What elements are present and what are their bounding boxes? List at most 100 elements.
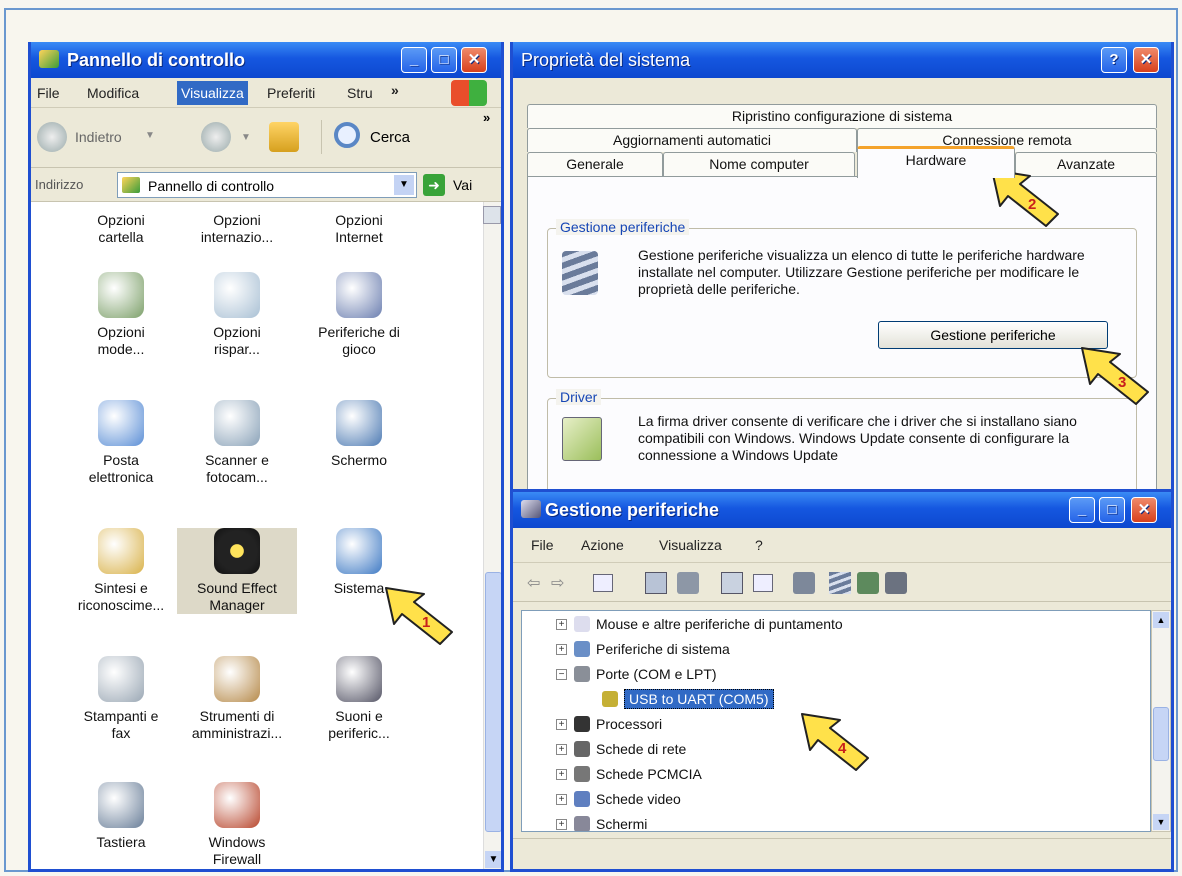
menu-file[interactable]: File <box>37 85 60 101</box>
cp-view-icon[interactable] <box>483 206 501 224</box>
dm-scrollbar[interactable]: ▲ ▼ <box>1151 610 1171 832</box>
minimize-button[interactable]: _ <box>401 47 427 73</box>
address-folder-icon <box>122 177 140 193</box>
tab-aggiornamenti[interactable]: Aggiornamenti automatici <box>527 128 857 152</box>
cp-scrollbar[interactable]: ▼ <box>483 202 501 869</box>
mail-icon <box>98 400 144 446</box>
cp-item-label: Suoni e <box>335 708 383 724</box>
back-arrow-icon[interactable]: ⇦ <box>527 573 540 593</box>
cp-item-modem[interactable]: Opzioni mode... <box>61 272 181 358</box>
menu-visualizza[interactable]: Visualizza <box>177 81 248 105</box>
cp-item-firewall[interactable]: Windows Firewall <box>177 782 297 868</box>
back-arrow-icon <box>37 122 67 152</box>
menu-more-chevron[interactable]: » <box>391 82 399 98</box>
tree-item-label: Schede video <box>596 791 681 807</box>
system-icon <box>336 528 382 574</box>
scrollbar-thumb[interactable] <box>485 572 501 832</box>
control-panel-titlebar[interactable]: Pannello di controllo _ □ ✕ <box>31 42 501 78</box>
expand-icon[interactable]: + <box>556 794 567 805</box>
scan-hardware-icon[interactable] <box>793 572 815 594</box>
help-button[interactable]: ? <box>1101 47 1127 73</box>
menu-modifica[interactable]: Modifica <box>87 85 139 101</box>
callout-arrow-3: 3 <box>1080 346 1152 408</box>
expand-icon[interactable]: + <box>556 644 567 655</box>
back-dropdown-icon[interactable]: ▼ <box>145 130 155 141</box>
go-button[interactable]: ➜ Vai <box>423 172 493 198</box>
scroll-up-icon[interactable]: ▲ <box>1153 612 1169 628</box>
cp-item-internet-options[interactable]: Opzioni Internet <box>299 212 419 246</box>
show-hide-tree-icon[interactable] <box>593 574 613 592</box>
cp-item-display[interactable]: Schermo <box>299 400 419 469</box>
menu-azione[interactable]: Azione <box>581 537 624 553</box>
cp-item-sound-effect[interactable]: Sound Effect Manager <box>177 528 297 614</box>
expand-icon[interactable]: + <box>556 619 567 630</box>
menu-strumenti[interactable]: Stru <box>347 85 373 101</box>
maximize-button[interactable]: □ <box>431 47 457 73</box>
cp-item-admin-tools[interactable]: Strumenti di amministrazi... <box>177 656 297 742</box>
cp-item-power-options[interactable]: Opzioni rispar... <box>177 272 297 358</box>
back-button[interactable]: Indietro ▼ <box>37 120 167 154</box>
expand-icon[interactable]: + <box>556 769 567 780</box>
disable-device-icon[interactable] <box>857 572 879 594</box>
cp-item-label: cartella <box>98 229 144 245</box>
expand-icon[interactable]: + <box>556 744 567 755</box>
tab-hardware[interactable]: Hardware <box>857 146 1015 178</box>
driver-description: La firma driver consente di verificare c… <box>638 413 1077 463</box>
cp-item-regional-options[interactable]: Opzioni internazio... <box>177 212 297 246</box>
forward-button[interactable] <box>201 122 231 152</box>
cp-item-label: Sound Effect <box>197 580 277 596</box>
menu-visualizza[interactable]: Visualizza <box>659 537 722 553</box>
cp-item-label: elettronica <box>88 469 154 485</box>
system-properties-titlebar[interactable]: Proprietà del sistema ? ✕ <box>513 42 1171 78</box>
close-button[interactable]: ✕ <box>1133 47 1159 73</box>
cp-item-keyboard[interactable]: Tastiera <box>61 782 181 851</box>
uninstall-device-icon[interactable] <box>885 572 907 594</box>
control-panel-window: Pannello di controllo _ □ ✕ File Modific… <box>28 42 504 872</box>
forward-dropdown-icon[interactable]: ▼ <box>241 132 251 143</box>
admin-tools-icon <box>214 656 260 702</box>
maximize-button[interactable]: □ <box>1099 497 1125 523</box>
scrollbar-thumb[interactable] <box>1153 707 1169 761</box>
search-icon <box>334 122 360 148</box>
menu-file[interactable]: File <box>531 537 554 553</box>
dm-toolbar: ⇦ ⇨ <box>513 562 1171 602</box>
tab-ripristino[interactable]: Ripristino configurazione di sistema <box>527 104 1157 128</box>
display-icon <box>336 400 382 446</box>
close-button[interactable]: ✕ <box>1131 497 1157 523</box>
scroll-down-icon[interactable]: ▼ <box>1153 814 1169 830</box>
minimize-button[interactable]: _ <box>1069 497 1095 523</box>
cp-item-scanner-camera[interactable]: Scanner e fotocam... <box>177 400 297 486</box>
expand-icon[interactable]: + <box>556 719 567 730</box>
toolbar-more-chevron[interactable]: » <box>483 110 490 125</box>
cp-item-game-controller[interactable]: Periferiche di gioco <box>299 272 419 358</box>
tab-generale[interactable]: Generale <box>527 152 663 176</box>
cp-item-sounds[interactable]: Suoni e periferic... <box>299 656 419 742</box>
cp-item-speech[interactable]: Sintesi e riconoscime... <box>61 528 181 614</box>
expand-icon[interactable]: + <box>556 819 567 830</box>
tab-nome-computer[interactable]: Nome computer <box>663 152 855 176</box>
close-button[interactable]: ✕ <box>461 47 487 73</box>
address-bar: Indirizzo Pannello di controllo ▼ ➜ Vai <box>31 168 501 202</box>
collapse-icon[interactable]: − <box>556 669 567 680</box>
help-icon[interactable] <box>721 572 743 594</box>
cp-item-mail[interactable]: Posta elettronica <box>61 400 181 486</box>
cp-item-label: Posta <box>103 452 139 468</box>
address-input[interactable]: Pannello di controllo ▼ <box>117 172 417 198</box>
menu-help[interactable]: ? <box>755 537 763 553</box>
properties-icon[interactable] <box>645 572 667 594</box>
cp-item-printer[interactable]: Stampanti e fax <box>61 656 181 742</box>
device-manager-titlebar[interactable]: Gestione periferiche _ □ ✕ <box>513 492 1171 528</box>
tree-item-label: Mouse e altre periferiche di puntamento <box>596 616 843 632</box>
print-icon[interactable] <box>677 572 699 594</box>
up-folder-icon[interactable] <box>269 122 299 152</box>
search-button[interactable]: Cerca <box>321 120 431 154</box>
menu-preferiti[interactable]: Preferiti <box>267 85 315 101</box>
forward-arrow-icon[interactable]: ⇨ <box>551 573 564 593</box>
view-icon[interactable] <box>753 574 773 592</box>
device-manager-button[interactable]: Gestione periferiche <box>878 321 1108 349</box>
device-manager-title-icon <box>521 500 541 518</box>
cp-item-folder-options[interactable]: Opzioni cartella <box>61 212 181 246</box>
update-driver-icon[interactable] <box>829 572 851 594</box>
scroll-down-icon[interactable]: ▼ <box>485 851 501 868</box>
address-dropdown-icon[interactable]: ▼ <box>394 175 414 195</box>
